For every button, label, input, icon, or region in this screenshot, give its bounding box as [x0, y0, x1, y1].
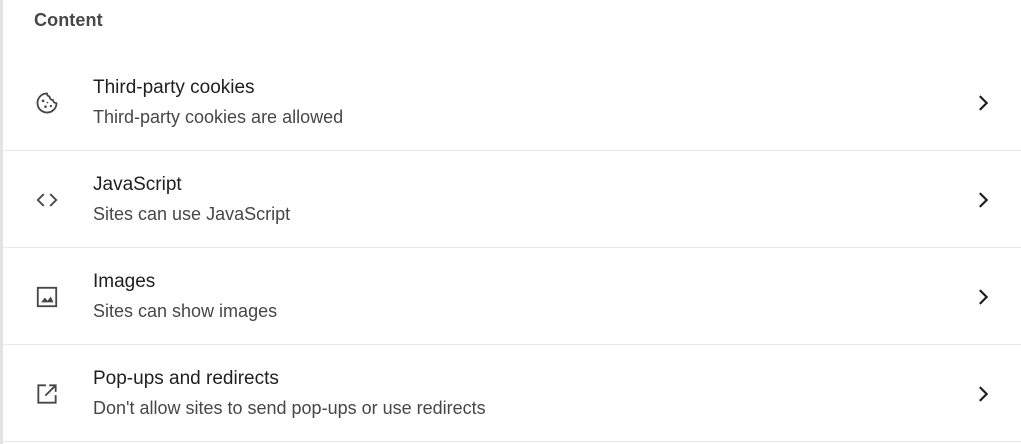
image-icon — [36, 286, 58, 308]
row-title: Images — [93, 271, 156, 292]
javascript-row[interactable]: JavaScript Sites can use JavaScript — [3, 151, 1021, 248]
row-subtitle: Sites can use JavaScript — [93, 204, 291, 224]
chevron-right-icon[interactable] — [972, 92, 994, 114]
popups-redirects-row[interactable]: Pop-ups and redirects Don't allow sites … — [3, 345, 1021, 442]
cookie-icon — [36, 92, 58, 114]
row-subtitle: Third-party cookies are allowed — [93, 107, 344, 127]
third-party-cookies-row[interactable]: Third-party cookies Third-party cookies … — [3, 54, 1021, 151]
row-title: Third-party cookies — [93, 77, 255, 98]
section-title: Content — [34, 10, 103, 30]
row-subtitle: Sites can show images — [93, 301, 278, 321]
chevron-right-icon[interactable] — [972, 189, 994, 211]
chevron-right-icon[interactable] — [972, 286, 994, 308]
chevron-right-icon[interactable] — [972, 383, 994, 405]
content-settings-panel: Content Third-party cookies Third-party … — [0, 0, 1021, 444]
row-title: Pop-ups and redirects — [93, 368, 279, 389]
row-subtitle: Don't allow sites to send pop-ups or use… — [93, 398, 486, 418]
open-in-new-icon — [37, 384, 57, 404]
code-icon — [36, 193, 58, 207]
row-title: JavaScript — [93, 174, 182, 195]
images-row[interactable]: Images Sites can show images — [3, 248, 1021, 345]
